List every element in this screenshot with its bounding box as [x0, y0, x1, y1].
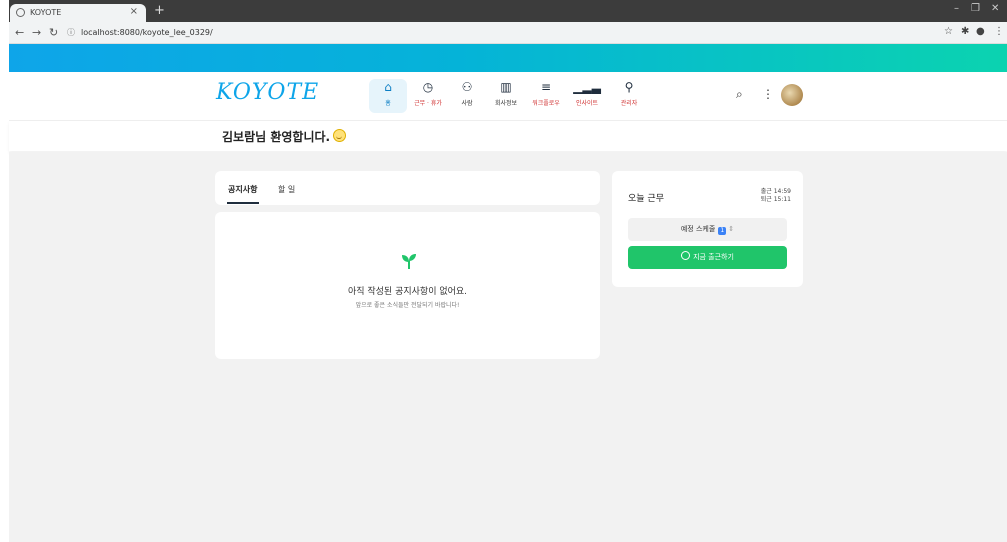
tab-todo[interactable]: 할 일 [278, 184, 295, 195]
work-times: 출근 14:59 퇴근 15:11 [761, 188, 791, 204]
restore-button[interactable]: ❐ [971, 3, 980, 14]
top-banner [9, 44, 1007, 72]
nav-label: 사람 [461, 100, 473, 107]
wrench-icon: ⚲ [624, 80, 634, 94]
today-work-card: 오늘 근무 출근 14:59 퇴근 15:11 예정 스케줄 1 ⇕ 지금 출근하기 [612, 171, 803, 287]
profile-icon[interactable]: ● [976, 26, 985, 37]
extensions-icon[interactable]: ✱ [961, 26, 969, 37]
signal-icon: ▁▂▃ [573, 80, 601, 94]
tab-bar: 공지사항 할 일 [215, 171, 600, 205]
nav-home[interactable]: ⌂ 홈 [369, 79, 407, 113]
reload-icon[interactable]: ↻ [49, 26, 58, 39]
dashboard-content: 공지사항 할 일 아직 작성된 공지사항이 없어요. 앞으로 좋은 소식들만 전… [9, 152, 1007, 542]
back-icon[interactable]: ← [15, 26, 24, 39]
clock-in-button[interactable]: 지금 출근하기 [628, 246, 787, 269]
nav-label: 관리자 [620, 100, 638, 107]
schedule-count-badge: 1 [718, 227, 727, 235]
new-tab-button[interactable]: + [154, 3, 165, 18]
tab-notices[interactable]: 공지사항 [228, 184, 257, 195]
sprout-icon [402, 254, 416, 269]
search-icon[interactable]: ⌕ [736, 87, 743, 102]
browser-titlebar: KOYOTE × + – ❐ ✕ [9, 0, 1007, 22]
nav-insight[interactable]: ▁▂▃ 인사이트 [568, 79, 606, 107]
welcome-text: 김보람님 환영합니다. [222, 130, 331, 144]
welcome-message: 김보람님 환영합니다. [222, 128, 347, 145]
schedule-toggle[interactable]: 예정 스케줄 1 ⇕ [628, 218, 787, 241]
browser-tab[interactable]: KOYOTE × [10, 4, 146, 22]
address-bar: ← → ↻ ⓘ localhost:8080/koyote_lee_0329/ ☆… [9, 22, 1007, 44]
nav-label: 인사이트 [575, 100, 599, 107]
work-title: 오늘 근무 [628, 194, 664, 204]
more-menu-icon[interactable]: ⋮ [762, 87, 774, 101]
expand-icon: ⇕ [728, 225, 735, 233]
url-field[interactable]: ⓘ localhost:8080/koyote_lee_0329/ [67, 27, 213, 38]
browser-menu-icon[interactable]: ⋮ [994, 26, 1004, 37]
window-edge [0, 0, 9, 542]
app-header: KOYOTE ⌂ 홈 ◷ 근무 · 휴가 ⚇ 사람 ▥ 회사정보 ≡ 워크플로우… [9, 72, 1007, 121]
clock-icon [681, 251, 691, 260]
clock-in-time: 출근 14:59 [760, 188, 791, 195]
nav-people[interactable]: ⚇ 사람 [448, 79, 486, 107]
logo[interactable]: KOYOTE [216, 80, 319, 105]
people-icon: ⚇ [461, 80, 473, 94]
smile-icon [333, 129, 347, 142]
info-icon[interactable]: ⓘ [67, 28, 75, 37]
bookmark-star-icon[interactable]: ☆ [944, 26, 953, 37]
nav-workflow[interactable]: ≡ 워크플로우 [527, 79, 565, 107]
building-icon: ▥ [500, 80, 512, 94]
nav-admin[interactable]: ⚲ 관리자 [610, 79, 648, 107]
notice-empty-title: 아직 작성된 공지사항이 없어요. [347, 287, 468, 297]
clock-in-label: 지금 출근하기 [693, 253, 734, 261]
minimize-button[interactable]: – [954, 3, 959, 14]
url-text: localhost:8080/koyote_lee_0329/ [81, 28, 213, 37]
home-icon: ⌂ [384, 80, 392, 94]
nav-label: 홈 [385, 100, 391, 107]
nav-work-leave[interactable]: ◷ 근무 · 휴가 [409, 79, 447, 107]
list-icon: ≡ [540, 80, 552, 94]
welcome-bar: 김보람님 환영합니다. [9, 121, 1007, 151]
nav-company[interactable]: ▥ 회사정보 [487, 79, 525, 107]
tab-close-icon[interactable]: × [130, 6, 138, 17]
clock-icon: ◷ [422, 80, 434, 94]
nav-label: 워크플로우 [532, 100, 560, 107]
notice-empty-subtitle: 앞으로 좋은 소식들만 전달되기 바랍니다! [355, 302, 460, 309]
avatar[interactable] [781, 84, 803, 106]
tab-title: KOYOTE [30, 8, 62, 17]
forward-icon[interactable]: → [32, 26, 41, 39]
active-tab-indicator [227, 202, 259, 204]
favicon-icon [16, 8, 25, 17]
schedule-label: 예정 스케줄 [680, 225, 716, 233]
close-window-button[interactable]: ✕ [991, 3, 999, 14]
nav-label: 근무 · 휴가 [414, 100, 442, 107]
notice-panel: 아직 작성된 공지사항이 없어요. 앞으로 좋은 소식들만 전달되기 바랍니다! [215, 212, 600, 359]
nav-label: 회사정보 [494, 100, 518, 107]
clock-out-time: 퇴근 15:11 [760, 196, 791, 203]
